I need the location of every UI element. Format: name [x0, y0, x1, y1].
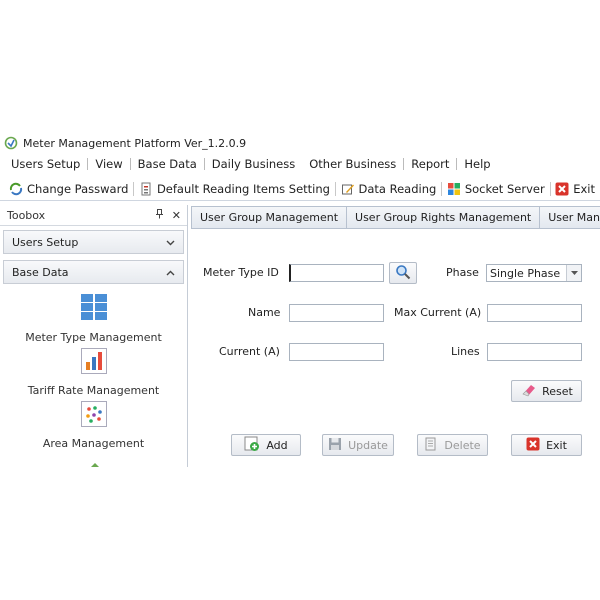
- socket-server-label: Socket Server: [464, 181, 545, 196]
- add-icon: [244, 436, 260, 455]
- chevron-up-icon: [166, 266, 175, 279]
- document-settings-icon: [139, 182, 153, 196]
- current-label: Current (A): [219, 345, 280, 358]
- data-reading-label: Data Reading: [358, 181, 437, 196]
- group-label: Base Data: [12, 265, 69, 279]
- group-label: Users Setup: [12, 235, 79, 249]
- exit-x-icon: [526, 437, 540, 454]
- document-tabs: User Group Management User Group Rights …: [191, 206, 600, 229]
- window-title: Meter Management Platform Ver_1.2.0.9: [23, 136, 247, 150]
- meter-type-id-label: Meter Type ID: [203, 266, 279, 279]
- toolbox-group-users-setup[interactable]: Users Setup: [3, 230, 184, 254]
- toolbox-group-base-data[interactable]: Base Data: [3, 260, 184, 284]
- reset-label: Reset: [542, 384, 573, 398]
- change-password-button[interactable]: Change Passward: [4, 182, 133, 196]
- delete-button[interactable]: Delete: [417, 434, 488, 456]
- add-button[interactable]: Add: [231, 434, 301, 456]
- save-disk-icon: [328, 437, 342, 454]
- close-icon[interactable]: ✕: [172, 209, 181, 222]
- current-input[interactable]: [289, 343, 384, 361]
- menu-other-business[interactable]: Other Business: [302, 157, 403, 171]
- menu-base-data[interactable]: Base Data: [131, 157, 204, 171]
- toolbar: Change Passward Default Reading Items Se…: [0, 177, 600, 201]
- edit-document-icon: [341, 182, 355, 196]
- toolbox-item-area[interactable]: Area Management: [0, 401, 187, 450]
- tab-user-group-rights-management[interactable]: User Group Rights Management: [346, 206, 541, 228]
- add-label: Add: [266, 438, 288, 452]
- app-logo-icon: [4, 136, 18, 150]
- chevron-down-icon: [166, 236, 175, 249]
- change-password-label: Change Passward: [27, 181, 129, 196]
- tab-user-management[interactable]: User Managem: [539, 206, 600, 228]
- exit-label: Exit: [546, 438, 567, 452]
- menu-bar: Users Setup View Base Data Daily Busines…: [0, 153, 600, 175]
- search-icon: [395, 264, 411, 283]
- phase-select[interactable]: Single Phase: [486, 264, 582, 282]
- update-button[interactable]: Update: [322, 434, 394, 456]
- partial-item-icon: [88, 462, 102, 467]
- data-reading-button[interactable]: Data Reading: [336, 182, 442, 196]
- exit-toolbar-button[interactable]: Exit: [550, 182, 600, 196]
- phase-value: Single Phase: [490, 266, 561, 280]
- toolbox-item-tariff-rate[interactable]: Tariff Rate Management: [0, 348, 187, 397]
- key-recycle-icon: [9, 182, 23, 196]
- app-window: Meter Management Platform Ver_1.2.0.9 Us…: [0, 133, 600, 467]
- tab-user-group-management[interactable]: User Group Management: [191, 206, 348, 228]
- default-reading-items-button[interactable]: Default Reading Items Setting: [134, 182, 335, 196]
- item-label: Area Management: [42, 437, 145, 450]
- toolbox-item-meter-type[interactable]: Meter Type Management: [0, 293, 187, 344]
- menu-report[interactable]: Report: [404, 157, 456, 171]
- name-label: Name: [248, 306, 281, 319]
- exit-x-icon: [555, 182, 569, 196]
- tab-label: User Group Rights Management: [355, 211, 532, 224]
- tab-label: User Group Management: [200, 211, 339, 224]
- pin-icon[interactable]: [155, 208, 164, 222]
- phase-label: Phase: [446, 266, 479, 279]
- title-bar: Meter Management Platform Ver_1.2.0.9: [0, 133, 600, 153]
- exit-toolbar-label: Exit: [573, 181, 596, 196]
- max-current-input[interactable]: [487, 304, 582, 322]
- meter-type-form: Meter Type ID Phase Single Phase Name Ma…: [191, 229, 600, 467]
- dots-map-icon: [80, 401, 107, 430]
- delete-document-icon: [424, 437, 438, 454]
- delete-label: Delete: [444, 438, 481, 452]
- eraser-icon: [520, 383, 536, 400]
- socket-server-button[interactable]: Socket Server: [442, 182, 550, 196]
- server-blocks-icon: [447, 182, 461, 196]
- name-input[interactable]: [289, 304, 384, 322]
- toolbox-header: Toobox ✕: [0, 205, 187, 226]
- toolbox-title: Toobox: [7, 208, 46, 222]
- menu-daily-business[interactable]: Daily Business: [205, 157, 302, 171]
- menu-users-setup[interactable]: Users Setup: [4, 157, 87, 171]
- item-label: Tariff Rate Management: [27, 384, 160, 397]
- toolbox-panel: Toobox ✕ Users Setup Base Data Meter Typ…: [0, 205, 188, 467]
- max-current-label: Max Current (A): [394, 306, 482, 319]
- update-label: Update: [348, 438, 388, 452]
- bar-chart-icon: [80, 348, 107, 377]
- exit-button[interactable]: Exit: [511, 434, 582, 456]
- dropdown-arrow-icon[interactable]: [566, 265, 581, 281]
- menu-help[interactable]: Help: [457, 157, 497, 171]
- menu-view[interactable]: View: [88, 157, 129, 171]
- item-label: Meter Type Management: [25, 331, 162, 344]
- tab-label: User Managem: [548, 211, 600, 224]
- reset-button[interactable]: Reset: [511, 380, 582, 402]
- lines-label: Lines: [451, 345, 480, 358]
- lines-input[interactable]: [487, 343, 582, 361]
- meter-type-id-input[interactable]: [289, 264, 384, 282]
- search-button[interactable]: [389, 262, 417, 284]
- default-reading-items-label: Default Reading Items Setting: [156, 181, 330, 196]
- grid-table-icon: [80, 293, 108, 324]
